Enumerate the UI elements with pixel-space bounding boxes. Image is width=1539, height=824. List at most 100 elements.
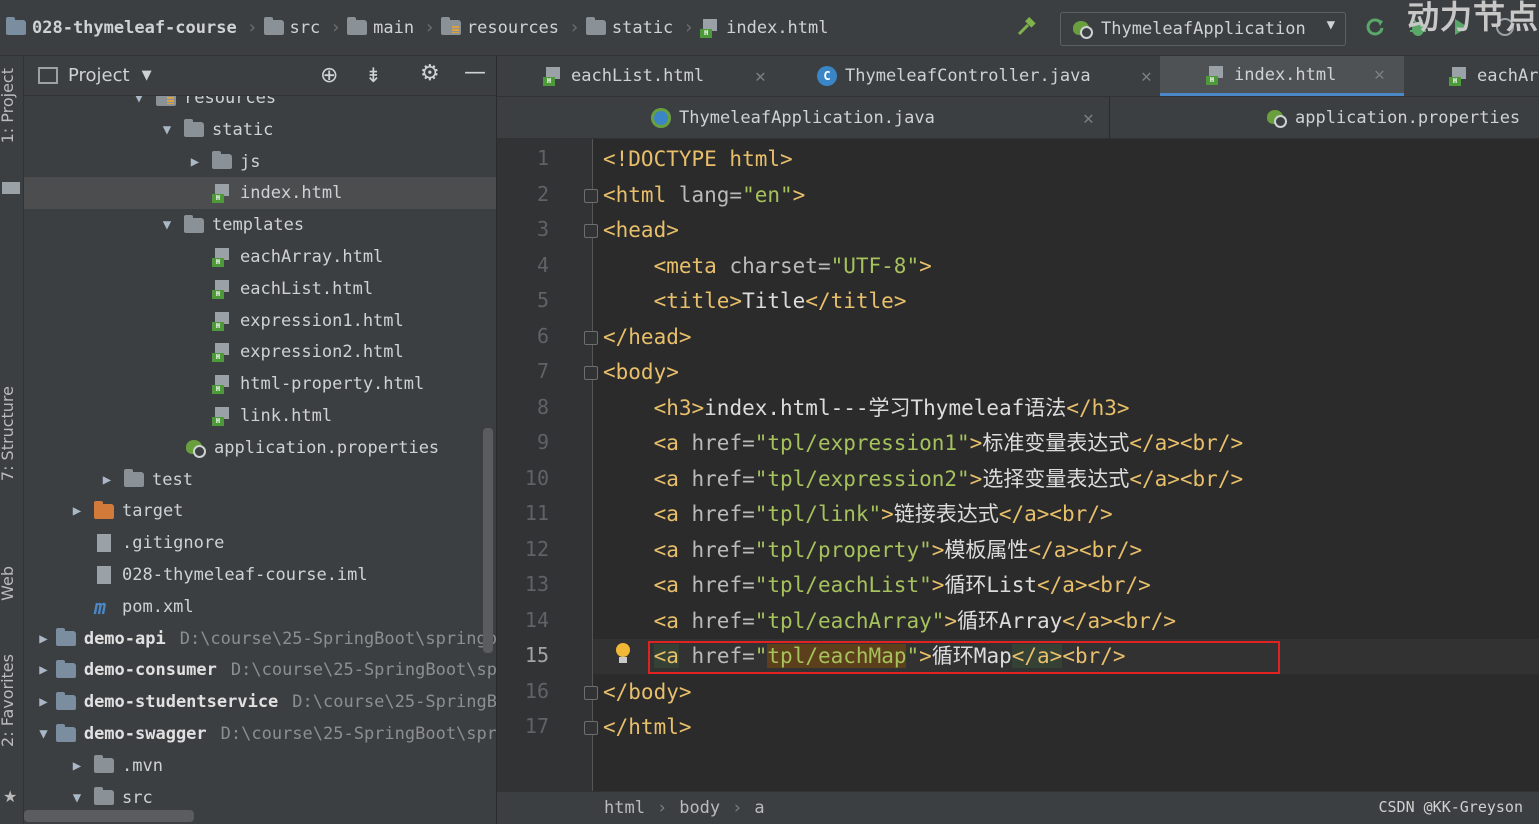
- lightbulb-icon[interactable]: [614, 642, 632, 666]
- close-tab-icon[interactable]: ✕: [755, 66, 766, 87]
- tree-item[interactable]: ▶ demo-api D:\course\25-SpringBoot\springb: [24, 623, 496, 655]
- tab-web-side[interactable]: Web: [0, 566, 17, 601]
- fold-marker-icon[interactable]: [584, 330, 598, 345]
- editor-tab[interactable]: eachAr: [1449, 56, 1539, 96]
- expand-right-icon[interactable]: ▶: [68, 758, 86, 774]
- expand-right-icon[interactable]: ▶: [39, 694, 48, 710]
- code-line[interactable]: <head>: [603, 213, 679, 247]
- tree-item-label: .mvn: [122, 755, 163, 776]
- project-tree: ▼ resources ▼ static ▶ js index.html ▼ templates…: [24, 96, 496, 824]
- expand-down-icon[interactable]: ▼: [158, 217, 176, 233]
- fold-marker-icon[interactable]: [584, 224, 598, 238]
- tab-structure-side[interactable]: 7: Structure: [0, 386, 17, 481]
- breadcrumb-item[interactable]: static ›: [585, 17, 695, 38]
- gear-icon[interactable]: ⚙: [420, 61, 440, 86]
- tree-item[interactable]: ▼ static: [24, 114, 496, 146]
- tree-item[interactable]: ▼ resources: [24, 96, 496, 114]
- breadcrumb-item[interactable]: main ›: [347, 17, 435, 38]
- expand-down-icon[interactable]: ▼: [130, 96, 148, 106]
- tree-item[interactable]: ▼ src: [24, 782, 496, 814]
- code-token: <!DOCTYPE html>: [603, 147, 793, 171]
- expand-down-icon[interactable]: ▼: [39, 726, 48, 742]
- code-line[interactable]: </head>: [603, 320, 692, 354]
- tree-item[interactable]: ▼ templates: [24, 209, 496, 241]
- expand-right-icon[interactable]: ▶: [39, 631, 48, 647]
- code-line[interactable]: <body>: [603, 355, 679, 389]
- close-tab-icon[interactable]: ✕: [1083, 108, 1094, 129]
- code-line[interactable]: <a href="tpl/eachArray">循环Array</a><br/>: [603, 604, 1176, 638]
- locate-target-icon[interactable]: ⊕: [320, 63, 338, 88]
- chevron-right-icon: ›: [683, 17, 695, 38]
- code-line[interactable]: <meta charset="UTF-8">: [603, 249, 932, 283]
- build-hammer-icon[interactable]: [1016, 16, 1038, 38]
- expand-right-icon[interactable]: ▶: [39, 662, 48, 678]
- expand-right-icon[interactable]: ▶: [68, 503, 86, 519]
- tree-item[interactable]: ▼ demo-swagger D:\course\25-SpringBoot\spr: [24, 718, 496, 750]
- code-editor[interactable]: 1 2 3 4 5 6 7 8 9 10 11 12 13 14 15 16 17 <!DOCTYPE html…: [497, 139, 1539, 791]
- tab-project-side[interactable]: 1: Project: [0, 68, 17, 143]
- minimize-icon[interactable]: —: [464, 60, 486, 85]
- tree-item[interactable]: ▶ js: [24, 146, 496, 178]
- tree-item[interactable]: ▶ target: [24, 495, 496, 527]
- tree-item[interactable]: expression1.html: [24, 305, 496, 337]
- editor-tab[interactable]: eachList.html ✕: [543, 56, 807, 96]
- tree-item[interactable]: .gitignore: [24, 527, 496, 559]
- breadcrumb-item[interactable]: index.html: [700, 18, 829, 38]
- crumb-a[interactable]: a: [754, 798, 764, 818]
- code-token: >: [944, 608, 958, 633]
- expand-down-icon[interactable]: ▼: [158, 122, 176, 138]
- tree-item[interactable]: eachList.html: [24, 273, 496, 305]
- fold-marker-icon[interactable]: [584, 188, 598, 203]
- tree-item[interactable]: eachArray.html: [24, 241, 496, 273]
- expand-right-icon[interactable]: ▶: [186, 154, 204, 170]
- crumb-body[interactable]: body: [679, 798, 720, 818]
- tree-scrollbar-thumb[interactable]: [483, 428, 493, 653]
- code-line[interactable]: <a href="tpl/expression2">选择变量表达式</a><br…: [603, 462, 1244, 496]
- code-line[interactable]: <a href="tpl/property">模板属性</a><br/>: [603, 533, 1143, 567]
- code-line[interactable]: </body>: [603, 675, 692, 709]
- tree-item[interactable]: expression2.html: [24, 336, 496, 368]
- tree-item[interactable]: html-property.html: [24, 368, 496, 400]
- tree-item[interactable]: ▶ test: [24, 464, 496, 496]
- fold-marker-icon[interactable]: [584, 685, 598, 700]
- chevron-down-icon[interactable]: ▼: [142, 68, 152, 83]
- tree-horizontal-scrollbar[interactable]: [24, 810, 194, 822]
- crumb-html[interactable]: html: [604, 798, 645, 818]
- code-line[interactable]: <html lang="en">: [603, 178, 805, 212]
- close-tab-icon[interactable]: ✕: [1141, 66, 1152, 87]
- fold-marker-icon[interactable]: [584, 366, 598, 380]
- code-line[interactable]: <a href="tpl/eachList">循环List</a><br/>: [603, 568, 1151, 602]
- code-line[interactable]: <a href="tpl/expression1">标准变量表达式</a><br…: [603, 426, 1244, 460]
- tree-item[interactable]: link.html: [24, 400, 496, 432]
- editor-tab[interactable]: application.properties: [1265, 98, 1539, 138]
- breadcrumb-item[interactable]: src ›: [263, 17, 341, 38]
- code-line[interactable]: <h3>index.html---学习Thymeleaf语法</h3>: [603, 391, 1130, 425]
- collapse-all-icon[interactable]: ⇟: [365, 63, 382, 87]
- expand-right-icon[interactable]: ▶: [98, 472, 116, 488]
- tree-item[interactable]: index.html: [24, 177, 496, 210]
- tree-item[interactable]: m pom.xml: [24, 591, 496, 623]
- tree-item[interactable]: ▶ demo-consumer D:\course\25-SpringBoot\sp: [24, 654, 496, 686]
- code-line[interactable]: <a href="tpl/link">链接表达式</a><br/>: [603, 497, 1113, 531]
- fold-marker-icon[interactable]: [584, 721, 598, 735]
- expand-down-icon[interactable]: ▼: [68, 790, 86, 806]
- rerun-icon[interactable]: [1364, 16, 1386, 38]
- code-line[interactable]: <title>Title</title>: [603, 284, 907, 318]
- tree-item[interactable]: ▶ .mvn: [24, 750, 496, 782]
- breadcrumb-item[interactable]: 028-thymeleaf-course ›: [6, 17, 258, 38]
- tree-item[interactable]: ▶ demo-studentservice D:\course\25-SpringB: [24, 686, 496, 718]
- tree-item[interactable]: 028-thymeleaf-course.iml: [24, 559, 496, 591]
- editor-tab[interactable]: index.html ✕: [1160, 56, 1404, 96]
- code-line[interactable]: <!DOCTYPE html>: [603, 142, 793, 176]
- folder-icon: [440, 17, 461, 35]
- editor-tab[interactable]: ThymeleafApplication.java ✕: [651, 98, 1097, 138]
- code-line[interactable]: </html>: [603, 710, 692, 744]
- tab-favorites-side[interactable]: 2: Favorites: [0, 654, 17, 747]
- tree-item[interactable]: application.properties: [24, 432, 496, 464]
- breadcrumb-item[interactable]: resources ›: [440, 17, 580, 38]
- code-line[interactable]: <a href="tpl/eachMap">循环Map</a><br/>: [603, 639, 1126, 673]
- editor-tab[interactable]: C ThymeleafController.java ✕: [817, 56, 1157, 96]
- close-tab-icon[interactable]: ✕: [1374, 64, 1385, 85]
- run-configuration-select[interactable]: ThymeleafApplication ▼: [1060, 12, 1346, 46]
- project-panel-title[interactable]: Project: [68, 65, 130, 86]
